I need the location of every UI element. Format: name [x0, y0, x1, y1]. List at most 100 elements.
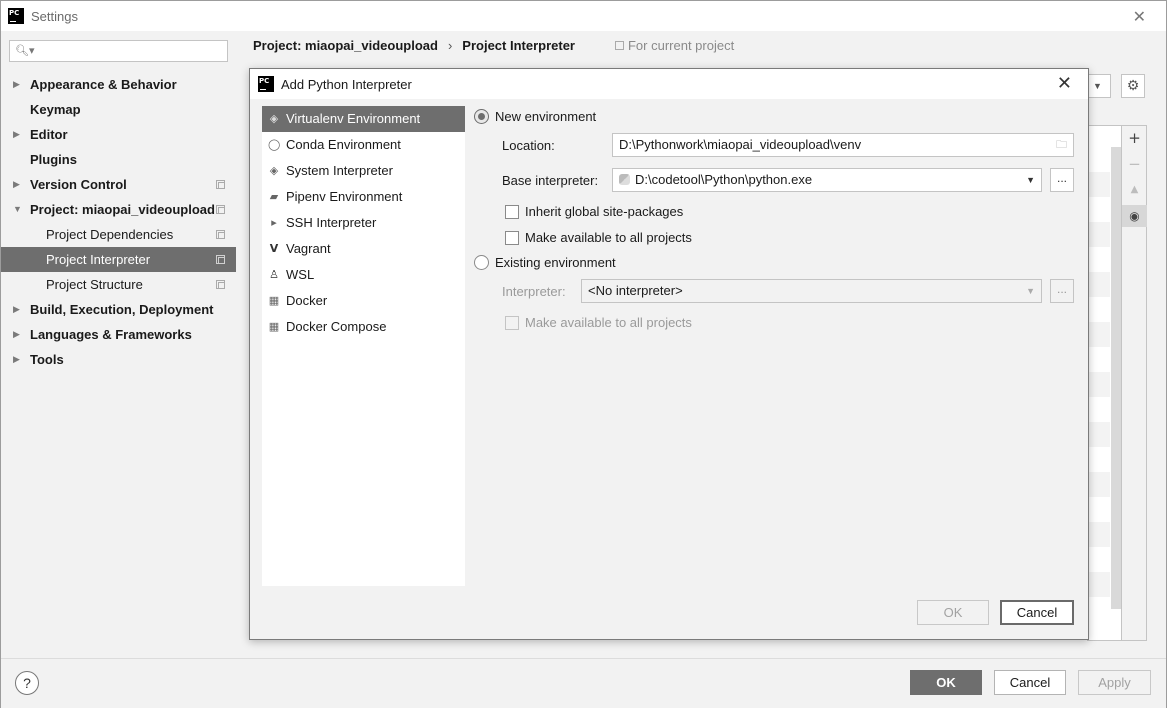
- inherit-global-packages-checkbox[interactable]: Inherit global site-packages: [505, 204, 683, 219]
- checkbox-label: Make available to all projects: [525, 230, 692, 245]
- radio-button[interactable]: [474, 109, 489, 124]
- sidebar-item-tools[interactable]: ▶ Tools: [1, 347, 236, 372]
- gear-icon[interactable]: ⚙: [1121, 74, 1145, 98]
- existing-interpreter-select[interactable]: <No interpreter> ▼: [581, 279, 1042, 303]
- packages-scrollbar[interactable]: [1111, 147, 1121, 609]
- environment-type-list: ◈ Virtualenv Environment ◯ Conda Environ…: [262, 106, 465, 586]
- location-label: Location:: [502, 138, 555, 153]
- sidebar-item-version-control[interactable]: ▶ Version Control: [1, 172, 236, 197]
- apply-button[interactable]: Apply: [1078, 670, 1151, 695]
- env-item-label: Virtualenv Environment: [286, 111, 421, 126]
- make-available-checkbox[interactable]: Make available to all projects: [505, 230, 692, 245]
- packages-table-rows: [1087, 147, 1110, 607]
- browse-existing-interpreter-button[interactable]: ...: [1050, 279, 1074, 303]
- expand-arrow-icon[interactable]: ▶: [13, 297, 20, 322]
- expand-arrow-icon[interactable]: ▶: [13, 322, 20, 347]
- search-input[interactable]: 🔍︎▾: [9, 40, 228, 62]
- checkbox-box[interactable]: [505, 315, 519, 330]
- upgrade-package-icon[interactable]: ▲: [1122, 179, 1147, 201]
- scope-note: For current project: [614, 38, 735, 53]
- expand-arrow-icon[interactable]: ▶: [13, 347, 20, 372]
- env-item-system[interactable]: ◈ System Interpreter: [262, 158, 465, 184]
- base-interpreter-label: Base interpreter:: [502, 173, 599, 188]
- ssh-icon: ▸: [271, 216, 277, 229]
- env-item-label: Docker Compose: [286, 319, 387, 334]
- eye-icon[interactable]: ◉: [1122, 205, 1147, 227]
- expand-arrow-icon[interactable]: ▶: [13, 122, 20, 147]
- sidebar-item-languages-frameworks[interactable]: ▶ Languages & Frameworks: [1, 322, 236, 347]
- scope-note-text: For current project: [627, 38, 735, 53]
- window-titlebar: PC Settings ✕: [1, 1, 1166, 31]
- python-icon: ◈: [269, 164, 279, 177]
- close-icon[interactable]: ✕: [1057, 73, 1072, 94]
- env-item-wsl[interactable]: ♙ WSL: [262, 262, 465, 288]
- remove-package-icon[interactable]: −: [1122, 153, 1147, 175]
- existing-make-available-checkbox[interactable]: Make available to all projects: [505, 315, 692, 330]
- collapse-arrow-icon[interactable]: ▼: [13, 197, 22, 222]
- sidebar-item-label: Plugins: [30, 152, 77, 167]
- settings-sidebar: 🔍︎▾ ▶ Appearance & Behavior Keymap ▶ Edi…: [1, 31, 236, 658]
- dialog-cancel-button[interactable]: Cancel: [1000, 600, 1074, 625]
- chevron-down-icon: ▼: [1093, 81, 1102, 91]
- env-item-ssh[interactable]: ▸ SSH Interpreter: [262, 210, 465, 236]
- docker-icon: ▦: [268, 294, 280, 307]
- checkbox-label: Make available to all projects: [525, 315, 692, 330]
- pipenv-icon: ▰: [269, 190, 279, 203]
- breadcrumb-page: Project Interpreter: [462, 38, 575, 53]
- chevron-down-icon: ▼: [1026, 286, 1035, 296]
- virtualenv-icon: ◈: [269, 112, 279, 125]
- checkbox-box[interactable]: [505, 204, 519, 219]
- help-button[interactable]: ?: [15, 671, 39, 695]
- env-item-virtualenv[interactable]: ◈ Virtualenv Environment: [262, 106, 465, 132]
- env-item-docker-compose[interactable]: ▦ Docker Compose: [262, 314, 465, 340]
- vagrant-icon: V: [269, 242, 279, 255]
- dialog-titlebar: PC Add Python Interpreter ✕: [250, 69, 1088, 99]
- location-field[interactable]: D:\Pythonwork\miaopai_videoupload\venv 🗀: [612, 133, 1074, 157]
- env-item-label: SSH Interpreter: [286, 215, 377, 230]
- window-title: Settings: [31, 8, 78, 24]
- checkbox-box[interactable]: [505, 230, 519, 245]
- interpreter-dropdown-arrow[interactable]: ▼: [1087, 74, 1111, 98]
- existing-environment-radio[interactable]: Existing environment: [474, 255, 616, 270]
- breadcrumb: Project: miaopai_videoupload › Project I…: [253, 38, 734, 53]
- sidebar-item-project[interactable]: ▼ Project: miaopai_videoupload: [1, 197, 236, 222]
- radio-button[interactable]: [474, 255, 489, 270]
- docker-compose-icon: ▦: [268, 320, 280, 333]
- radio-label: New environment: [495, 109, 597, 124]
- env-item-label: Docker: [286, 293, 328, 308]
- python-icon: [619, 174, 630, 185]
- pycharm-logo-icon: PC: [8, 8, 24, 24]
- sidebar-item-project-dependencies[interactable]: Project Dependencies: [1, 222, 236, 247]
- sidebar-item-build-execution-deployment[interactable]: ▶ Build, Execution, Deployment: [1, 297, 236, 322]
- sidebar-item-label: Project Dependencies: [46, 227, 174, 242]
- ok-button[interactable]: OK: [910, 670, 982, 695]
- env-item-label: Pipenv Environment: [286, 189, 403, 204]
- folder-icon[interactable]: 🗀: [1056, 134, 1067, 156]
- project-scope-icon: [216, 205, 225, 214]
- env-item-pipenv[interactable]: ▰ Pipenv Environment: [262, 184, 465, 210]
- sidebar-item-appearance-behavior[interactable]: ▶ Appearance & Behavior: [1, 72, 236, 97]
- env-item-docker[interactable]: ▦ Docker: [262, 288, 465, 314]
- sidebar-item-label: Project Interpreter: [46, 252, 151, 267]
- breadcrumb-project: Project: miaopai_videoupload: [253, 38, 438, 53]
- interpreter-label: Interpreter:: [502, 284, 566, 299]
- browse-base-interpreter-button[interactable]: ...: [1050, 168, 1074, 192]
- dialog-ok-button[interactable]: OK: [917, 600, 989, 625]
- window-close-icon[interactable]: ✕: [1133, 7, 1146, 26]
- sidebar-item-project-structure[interactable]: Project Structure: [1, 272, 236, 297]
- sidebar-item-keymap[interactable]: Keymap: [1, 97, 236, 122]
- expand-arrow-icon[interactable]: ▶: [13, 72, 20, 97]
- base-interpreter-select[interactable]: D:\codetool\Python\python.exe ▼: [612, 168, 1042, 192]
- cancel-button[interactable]: Cancel: [994, 670, 1066, 695]
- env-item-conda[interactable]: ◯ Conda Environment: [262, 132, 465, 158]
- env-item-vagrant[interactable]: V Vagrant: [262, 236, 465, 262]
- dialog-title: Add Python Interpreter: [281, 76, 412, 92]
- expand-arrow-icon[interactable]: ▶: [13, 172, 20, 197]
- new-environment-radio[interactable]: New environment: [474, 109, 596, 124]
- sidebar-item-project-interpreter[interactable]: Project Interpreter: [1, 247, 236, 272]
- sidebar-item-editor[interactable]: ▶ Editor: [1, 122, 236, 147]
- add-package-icon[interactable]: +: [1122, 127, 1147, 149]
- sidebar-item-plugins[interactable]: Plugins: [1, 147, 236, 172]
- sidebar-item-label: Editor: [30, 127, 68, 142]
- project-scope-icon: [614, 41, 624, 50]
